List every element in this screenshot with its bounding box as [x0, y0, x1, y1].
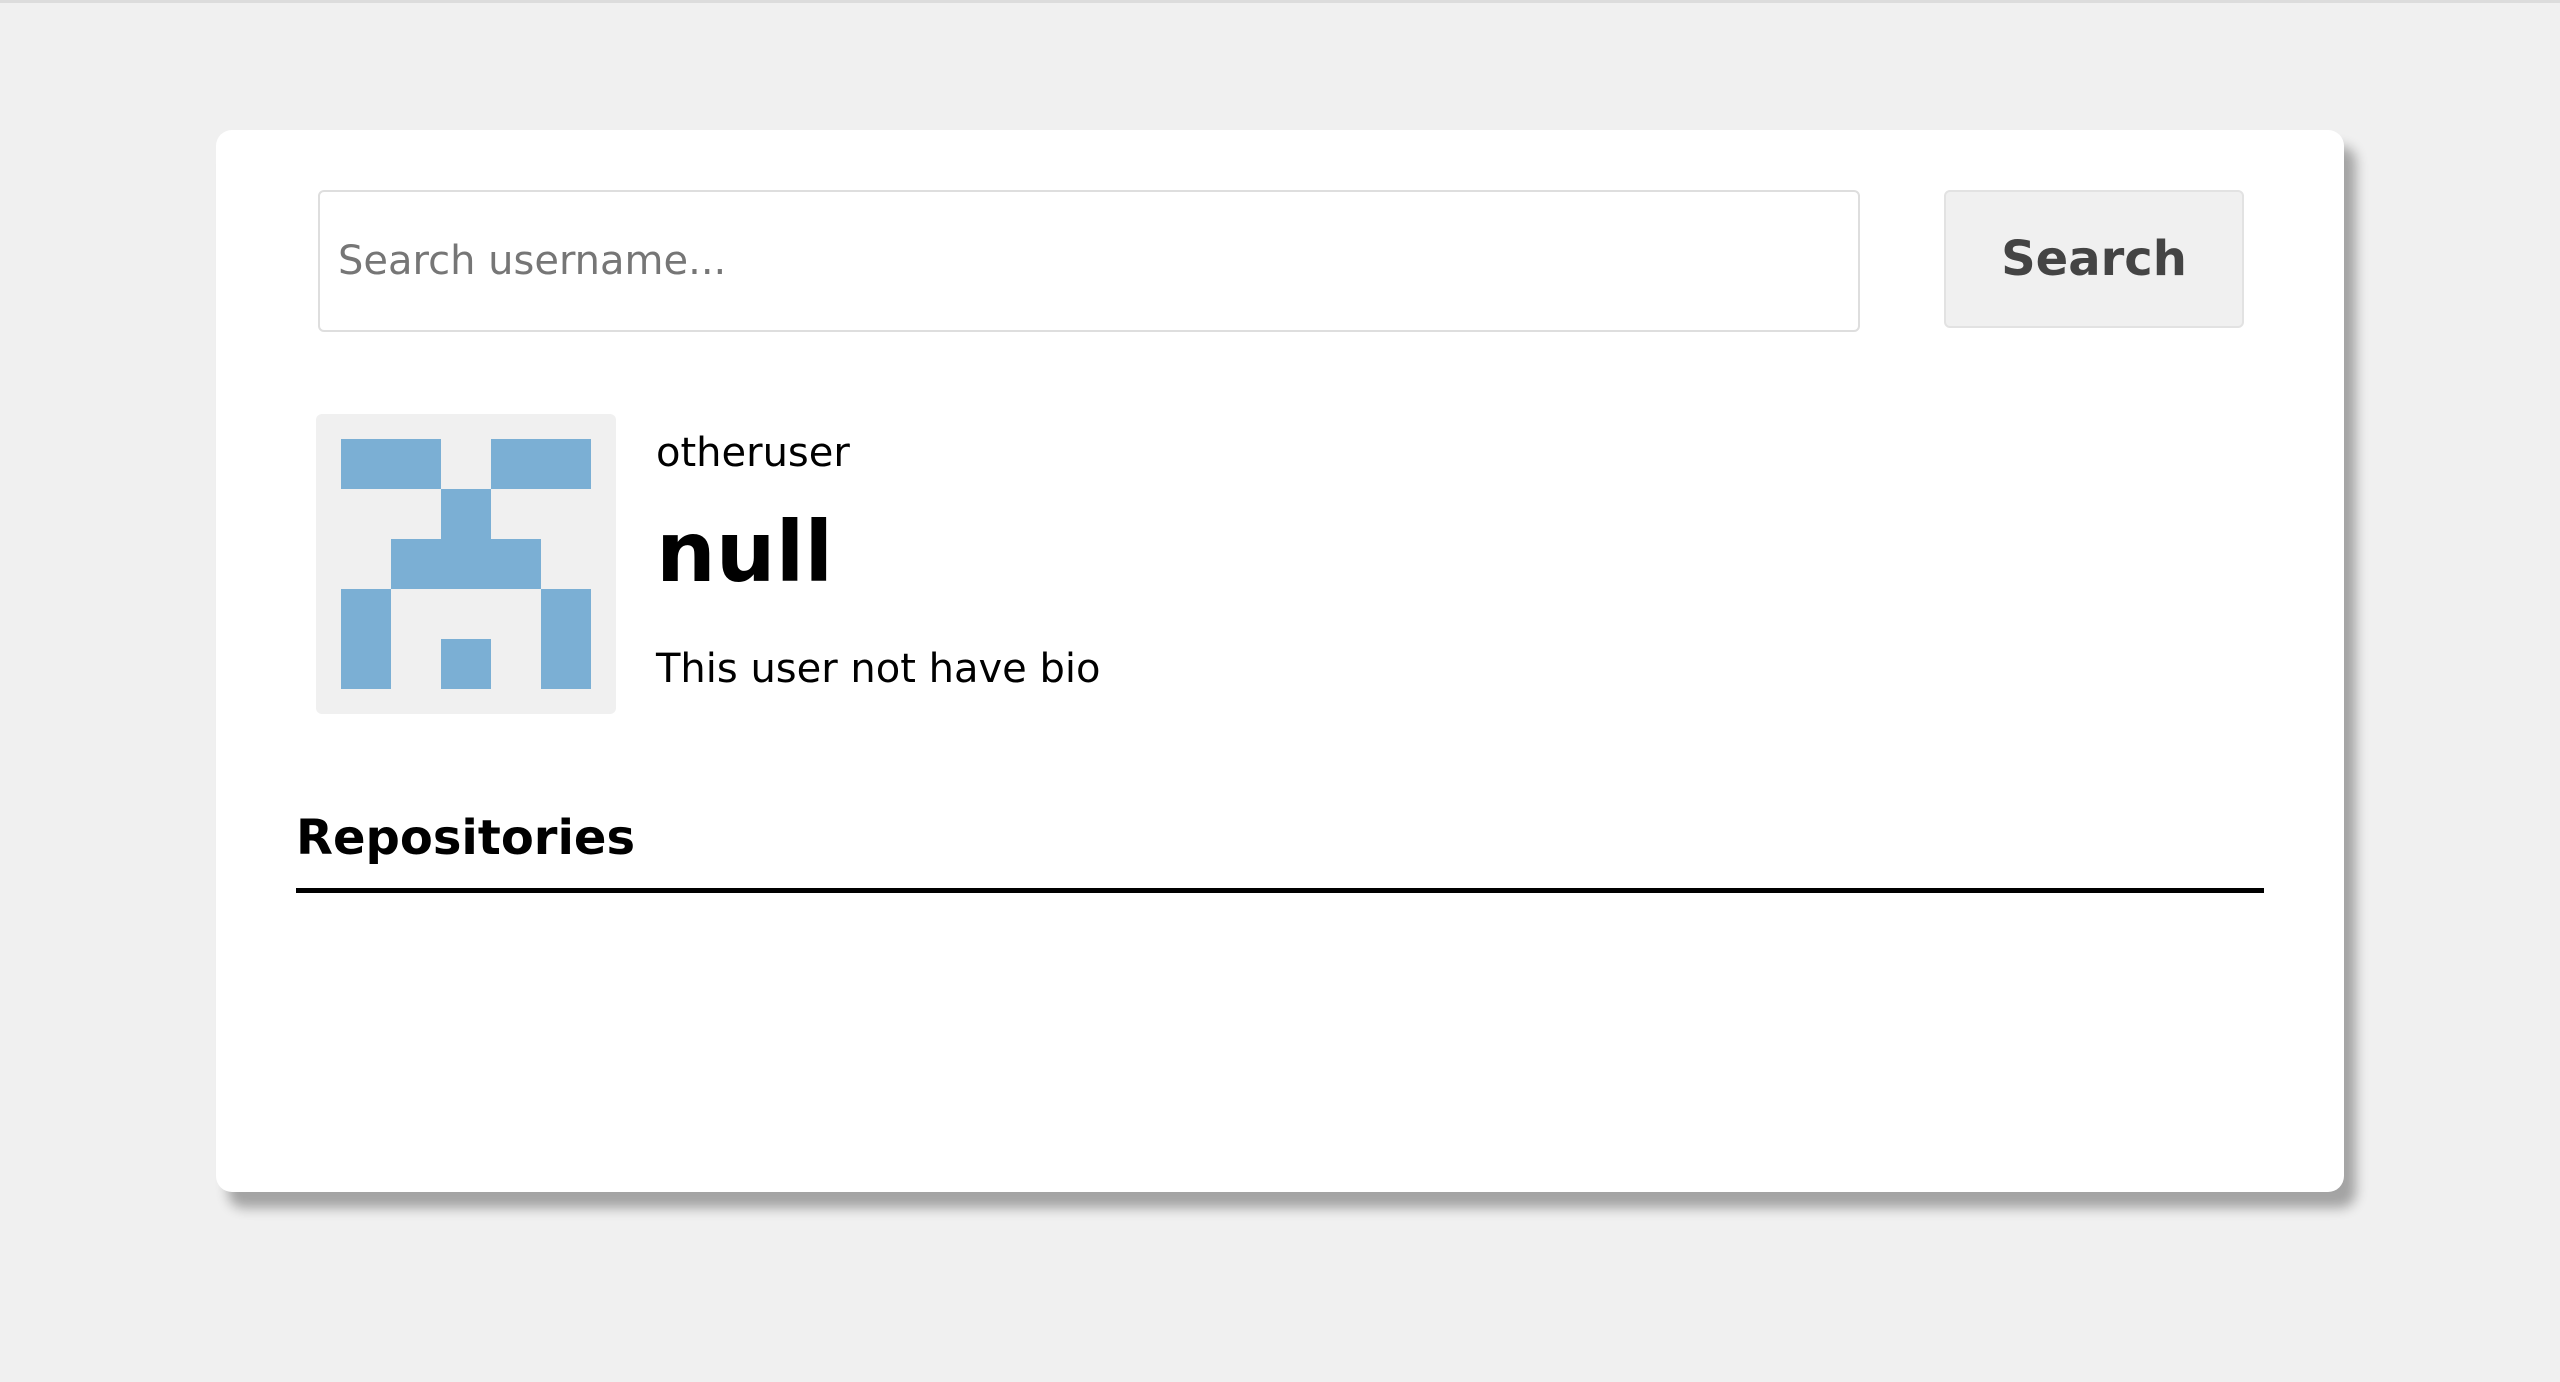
window-top-border [0, 0, 2560, 3]
repositories-divider [296, 888, 2264, 893]
search-username-input[interactable] [318, 190, 1860, 332]
user-login: otheruser [656, 430, 850, 476]
search-button[interactable]: Search [1944, 190, 2244, 328]
profile-card: Search otheruser null This user not have… [216, 130, 2344, 1192]
user-bio: This user not have bio [656, 646, 1101, 692]
repositories-heading: Repositories [296, 810, 636, 866]
user-avatar [316, 414, 616, 714]
identicon-avatar-icon [341, 439, 591, 689]
user-display-name: null [656, 503, 834, 601]
